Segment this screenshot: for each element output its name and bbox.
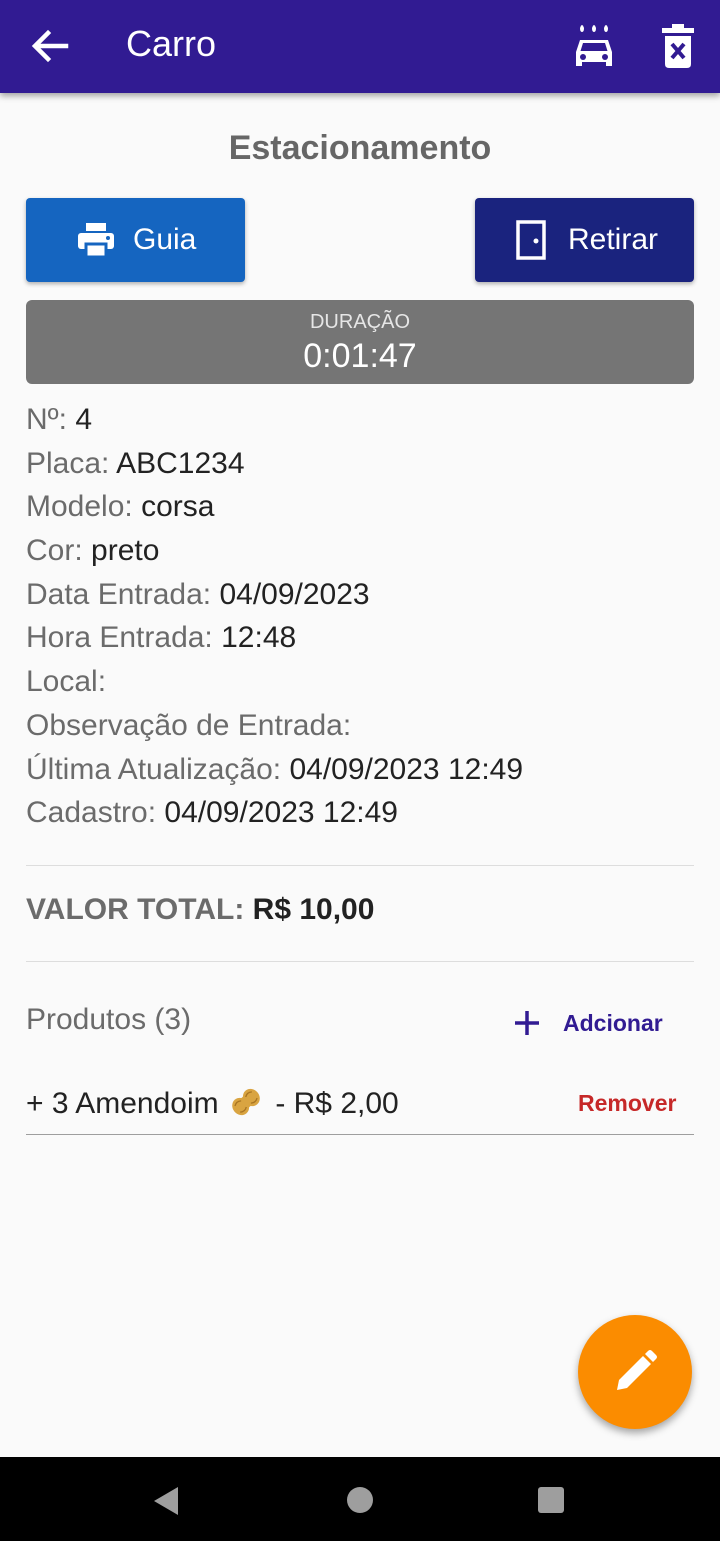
- detail-label: Data Entrada:: [26, 577, 212, 611]
- detail-row: Cadastro: 04/09/2023 12:49: [26, 791, 694, 835]
- app-bar: Carro: [0, 0, 720, 93]
- guia-label: Guia: [133, 223, 197, 256]
- detail-label: Placa:: [26, 446, 110, 480]
- detail-label: Nº:: [26, 403, 67, 436]
- detail-row: Cor: preto: [26, 529, 694, 573]
- nav-back-icon[interactable]: [150, 1485, 182, 1517]
- system-nav-bar: [0, 1457, 720, 1541]
- add-product-label: Adcionar: [563, 1010, 663, 1036]
- section-title: Estacionamento: [228, 129, 492, 167]
- detail-row: Modelo: corsa: [26, 485, 694, 529]
- detail-value: 4: [75, 403, 92, 436]
- duration-label: DURAÇÃO: [309, 311, 410, 333]
- detail-label: Cadastro:: [26, 796, 157, 830]
- detail-row: Última Atualização: 04/09/2023 12:49: [26, 748, 694, 792]
- detail-value: preto: [91, 534, 160, 568]
- divider: [26, 961, 694, 962]
- retirar-button[interactable]: Retirar: [475, 198, 694, 282]
- detail-label: Última Atualização:: [26, 752, 282, 786]
- product-price: - R$ 2,00: [275, 1087, 399, 1120]
- detail-value: 12:48: [221, 621, 297, 655]
- total-amount: R$ 10,00: [252, 893, 375, 926]
- product-name: + 3 Amendoim: [26, 1087, 219, 1120]
- duration-panel: DURAÇÃO 0:01:47: [26, 300, 694, 384]
- detail-row: Nº: 4: [26, 398, 694, 442]
- plus-icon: [515, 1011, 539, 1035]
- car-wash-icon[interactable]: [570, 20, 618, 72]
- detail-value: 04/09/2023: [219, 577, 370, 611]
- detail-label: Modelo:: [26, 490, 133, 524]
- detail-row: Hora Entrada: 12:48: [26, 616, 694, 660]
- products-label: Produtos (3): [26, 1003, 192, 1036]
- product-text: + 3 Amendoim - R$ 2,00: [26, 1084, 399, 1124]
- total-label: VALOR TOTAL:: [26, 893, 245, 926]
- detail-row: Data Entrada: 04/09/2023: [26, 573, 694, 617]
- pencil-icon: [617, 1350, 657, 1390]
- arrow-left-icon[interactable]: [28, 24, 72, 68]
- detail-row: Local:: [26, 660, 694, 704]
- detail-row: Placa: ABC1234: [26, 442, 694, 486]
- list-item: + 3 Amendoim - R$ 2,00 Remover: [26, 1080, 694, 1135]
- page-title: Carro: [126, 23, 217, 64]
- guia-button[interactable]: Guia: [26, 198, 245, 282]
- detail-label: Hora Entrada:: [26, 621, 213, 655]
- printer-icon: [78, 223, 114, 259]
- vehicle-details: Nº: 4 Placa: ABC1234 Modelo: corsa Cor: …: [26, 398, 694, 835]
- nav-home-icon[interactable]: [346, 1486, 374, 1514]
- duration-value: 0:01:47: [303, 337, 417, 375]
- edit-fab-button[interactable]: [578, 1315, 692, 1429]
- remove-button[interactable]: Remover: [578, 1088, 676, 1118]
- detail-value: 04/09/2023 12:49: [164, 796, 398, 830]
- detail-label: Observação de Entrada:: [26, 708, 352, 742]
- detail-label: Cor:: [26, 534, 83, 568]
- door-icon: [516, 220, 546, 260]
- detail-value: corsa: [141, 490, 215, 524]
- peanut-icon: [232, 1088, 260, 1116]
- total-value-row: VALOR TOTAL: R$ 10,00: [26, 890, 374, 930]
- retirar-label: Retirar: [568, 223, 659, 256]
- detail-value: ABC1234: [116, 446, 245, 480]
- nav-recent-icon[interactable]: [537, 1486, 565, 1514]
- detail-value: 04/09/2023 12:49: [289, 752, 524, 786]
- detail-row: Observação de Entrada:: [26, 704, 694, 748]
- detail-label: Local:: [26, 665, 107, 699]
- divider: [26, 865, 694, 866]
- trash-x-icon[interactable]: [658, 22, 698, 70]
- add-product-button[interactable]: Adcionar: [506, 1000, 676, 1044]
